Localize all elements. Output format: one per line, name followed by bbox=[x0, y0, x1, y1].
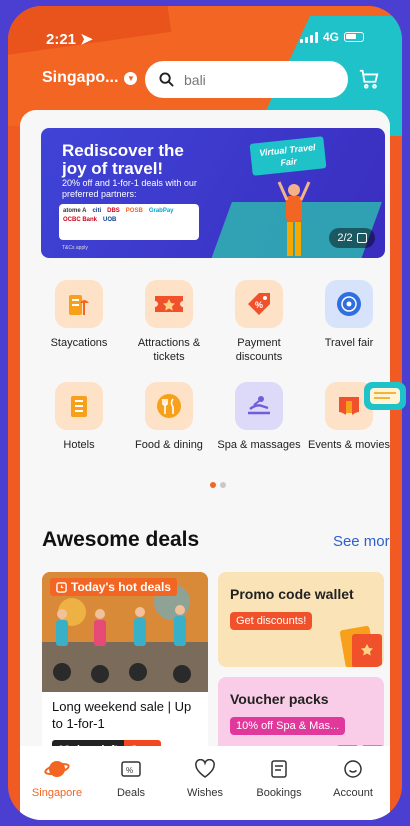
tab-label: Bookings bbox=[256, 787, 302, 799]
svg-text:%: % bbox=[126, 766, 133, 775]
deal-title: Long weekend sale | Up to 1-for-1 bbox=[52, 699, 192, 731]
cart-button[interactable] bbox=[358, 68, 380, 95]
partner-logo: UOB bbox=[103, 217, 117, 223]
card-title: Voucher packs bbox=[230, 691, 329, 707]
see-more-link[interactable]: See more bbox=[333, 533, 390, 550]
tab-label: Account bbox=[333, 787, 373, 799]
category-label: Events & movies bbox=[308, 439, 390, 451]
document-icon bbox=[271, 760, 287, 778]
building-icon bbox=[55, 280, 103, 328]
category-travel-fair[interactable]: Travel fair bbox=[304, 280, 390, 364]
partner-logo: atome A bbox=[63, 208, 87, 214]
hot-deal-tag: Today's hot deals bbox=[50, 578, 177, 596]
traveler-illustration bbox=[277, 181, 311, 256]
category-grid: Staycations Attractions & tickets % Paym… bbox=[34, 280, 390, 452]
section-title: Awesome deals bbox=[42, 528, 200, 551]
price-tag-icon: % bbox=[235, 280, 283, 328]
clock-icon bbox=[56, 581, 67, 593]
banner-sign: Virtual Travel Fair bbox=[249, 136, 327, 176]
tab-label: Deals bbox=[116, 787, 146, 799]
search-input[interactable] bbox=[182, 70, 326, 89]
network-label: 4G bbox=[322, 30, 339, 44]
planet-icon bbox=[44, 761, 70, 777]
counter-label: 2/2 bbox=[337, 232, 353, 244]
main-content: Rediscover the joy of travel! 20% off an… bbox=[20, 110, 390, 820]
category-food-dining[interactable]: Food & dining bbox=[124, 382, 214, 452]
category-label: Attractions & tickets bbox=[137, 337, 201, 363]
category-attractions[interactable]: Attractions & tickets bbox=[124, 280, 214, 364]
status-bar: 2:21 ➤ 4G bbox=[8, 6, 402, 56]
time-label: 2:21 bbox=[46, 31, 77, 48]
pause-icon[interactable] bbox=[356, 233, 367, 243]
category-staycations[interactable]: Staycations bbox=[34, 280, 124, 364]
promo-code-wallet-card[interactable]: Promo code wallet Get discounts! bbox=[218, 572, 384, 667]
partner-logo: OCBC Bank bbox=[63, 217, 98, 223]
voucher-offer-button[interactable]: 10% off Spa & Mas... bbox=[230, 717, 346, 735]
wallet-icon bbox=[339, 625, 382, 667]
status-time: 2:21 ➤ bbox=[46, 30, 93, 48]
status-indicators: 4G bbox=[299, 30, 364, 44]
ticket-icon bbox=[145, 280, 193, 328]
promo-banner[interactable]: Rediscover the joy of travel! 20% off an… bbox=[41, 128, 385, 258]
partner-logo: POSB bbox=[125, 208, 143, 214]
phone-screen: 2:21 ➤ 4G Singapo... ▼ Rediscover the jo… bbox=[8, 6, 402, 820]
partner-logos: atome A citi DBS POSB GrabPay OCBC Bank … bbox=[59, 204, 199, 240]
tab-account[interactable]: Account bbox=[316, 746, 390, 820]
massage-icon bbox=[235, 382, 283, 430]
category-label: Food & dining bbox=[135, 439, 203, 451]
tab-label: Wishes bbox=[186, 787, 224, 799]
banner-subtitle: 20% off and 1-for-1 deals with our prefe… bbox=[62, 178, 197, 199]
location-selector[interactable]: Singapo... ▼ bbox=[42, 69, 138, 87]
svg-text:%: % bbox=[255, 300, 263, 310]
tab-singapore[interactable]: Singapore bbox=[20, 746, 94, 820]
bottom-tab-bar: Singapore % Deals Wishes Bookings Accoun… bbox=[20, 746, 390, 820]
chevron-down-icon: ▼ bbox=[124, 71, 138, 85]
category-spa-massages[interactable]: Spa & massages bbox=[214, 382, 304, 452]
heart-icon bbox=[195, 759, 215, 778]
partner-logo: GrabPay bbox=[148, 208, 174, 214]
discount-ticket-icon: % bbox=[121, 761, 141, 777]
banner-terms: T&Cs apply bbox=[62, 245, 88, 251]
category-label: Hotels bbox=[63, 439, 95, 451]
vinyl-disc-icon bbox=[325, 280, 373, 328]
category-label: Spa & massages bbox=[217, 439, 301, 451]
category-label: Staycations bbox=[50, 337, 108, 349]
search-icon bbox=[159, 72, 174, 87]
location-arrow-icon: ➤ bbox=[80, 31, 93, 48]
cart-icon bbox=[359, 69, 379, 89]
chat-helper-icon[interactable] bbox=[356, 378, 406, 414]
banner-title: Rediscover the joy of travel! bbox=[62, 141, 184, 178]
card-title: Promo code wallet bbox=[230, 586, 354, 602]
category-payment-discounts[interactable]: % Payment discounts bbox=[214, 280, 304, 364]
category-label: Payment discounts bbox=[235, 337, 283, 363]
tab-bookings[interactable]: Bookings bbox=[242, 746, 316, 820]
banner-counter: 2/2 bbox=[329, 228, 375, 248]
smiley-icon bbox=[344, 760, 362, 778]
location-label: Singapo... bbox=[42, 69, 119, 86]
page-dot bbox=[220, 482, 226, 488]
hotel-icon bbox=[55, 382, 103, 430]
page-dot-active bbox=[210, 482, 216, 488]
partner-logo: DBS bbox=[107, 208, 120, 214]
page-indicator bbox=[210, 482, 226, 488]
battery-icon bbox=[344, 32, 364, 42]
get-discounts-button[interactable]: Get discounts! bbox=[230, 612, 313, 630]
partner-logo: citi bbox=[92, 208, 102, 214]
fork-knife-icon bbox=[145, 382, 193, 430]
hot-deal-tag-label: Today's hot deals bbox=[71, 580, 171, 594]
search-bar[interactable] bbox=[145, 61, 348, 98]
tab-label: Singapore bbox=[31, 787, 83, 799]
category-hotels[interactable]: Hotels bbox=[34, 382, 124, 452]
tab-deals[interactable]: % Deals bbox=[94, 746, 168, 820]
category-label: Travel fair bbox=[324, 337, 374, 349]
tab-wishes[interactable]: Wishes bbox=[168, 746, 242, 820]
signal-icon bbox=[299, 31, 318, 43]
